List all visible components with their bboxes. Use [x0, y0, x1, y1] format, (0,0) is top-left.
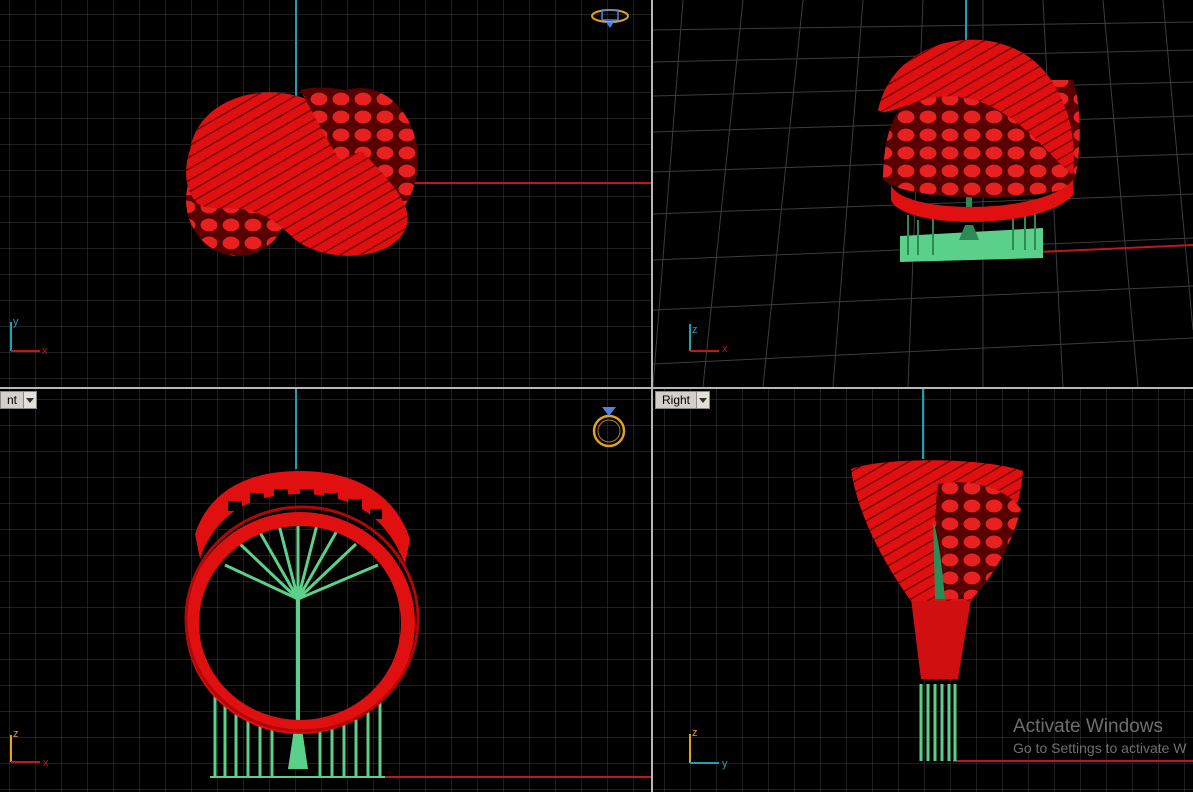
watermark-subtitle: Go to Settings to activate W	[1013, 740, 1187, 756]
viewport-front[interactable]: z x nt	[0, 389, 651, 792]
viewport-perspective[interactable]: z x	[653, 0, 1193, 387]
activation-watermark: Activate Windows Go to Settings to activ…	[1013, 716, 1187, 756]
viewport-menu-arrow-icon[interactable]	[696, 392, 710, 408]
front-view-scene: z x	[0, 389, 651, 792]
viewport-label-text: nt	[7, 393, 18, 407]
axis-label-v: z	[692, 324, 698, 336]
viewport-label-text: Right	[662, 393, 691, 407]
axis-label-v: z	[13, 728, 19, 740]
ring-model-perspective	[878, 39, 1080, 222]
axis-label-h: x	[43, 757, 49, 769]
axis-label-h: x	[42, 345, 48, 357]
watermark-title: Activate Windows	[1013, 716, 1163, 737]
vertical-divider[interactable]	[651, 0, 653, 792]
axis-label-v: z	[692, 727, 698, 739]
viewport-top[interactable]: y x	[0, 0, 651, 387]
viewport-menu-arrow-icon[interactable]	[23, 392, 37, 408]
axis-label-h: y	[722, 758, 728, 770]
axis-label-v: y	[13, 316, 19, 328]
top-view-scene: y x	[0, 0, 651, 387]
ring-model-top	[186, 87, 418, 256]
perspective-view-scene: z x	[653, 0, 1193, 387]
viewport-label-right[interactable]: Right	[655, 391, 711, 409]
viewport-label-front[interactable]: nt	[0, 391, 38, 409]
horizontal-divider[interactable]	[0, 387, 1193, 389]
axis-label-h: x	[722, 343, 728, 355]
